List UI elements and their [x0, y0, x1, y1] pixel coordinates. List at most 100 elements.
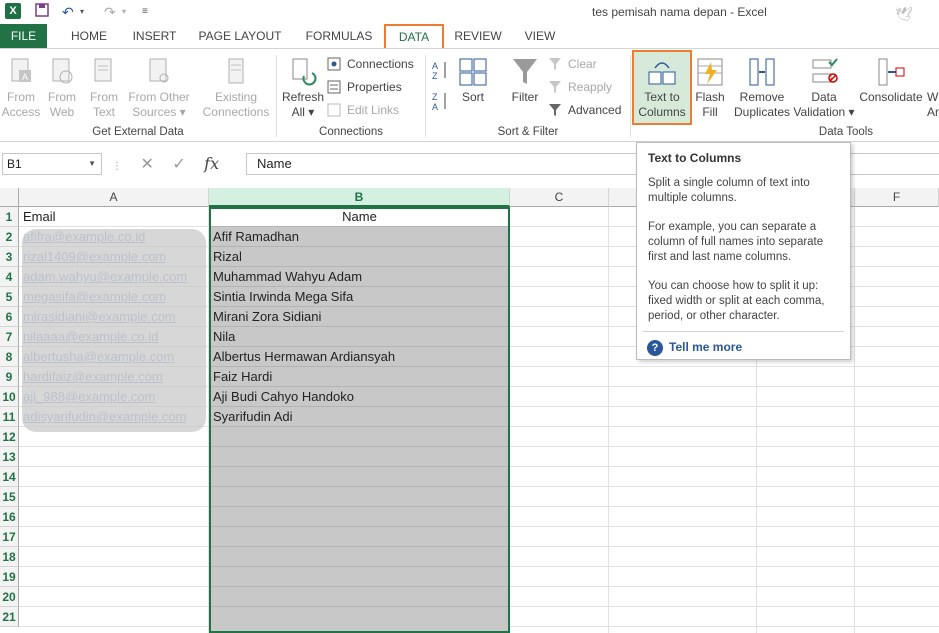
- column-header-a[interactable]: A: [19, 188, 209, 207]
- cancel-entry-icon[interactable]: ✕: [140, 156, 153, 173]
- name-box[interactable]: B1 ▼: [2, 153, 102, 175]
- connections-button[interactable]: Connections: [327, 54, 414, 74]
- tab-review[interactable]: REVIEW: [450, 24, 506, 48]
- name-cell[interactable]: Albertus Hermawan Ardiansyah: [209, 347, 507, 367]
- column-b-hline: [211, 586, 508, 587]
- filter-button[interactable]: Filter: [506, 56, 544, 105]
- row-header[interactable]: 2: [0, 227, 19, 247]
- tooltip-separator: [643, 331, 844, 332]
- column-header-b[interactable]: B: [209, 188, 510, 207]
- tooltip-paragraph-2: For example, you can separate a column o…: [648, 221, 824, 263]
- column-header-c[interactable]: C: [510, 188, 609, 207]
- name-cell[interactable]: Mirani Zora Sidiani: [209, 307, 507, 327]
- from-access-button[interactable]: A From Access: [1, 56, 41, 120]
- from-other-sources-button[interactable]: From Other Sources ▾: [126, 56, 192, 120]
- help-bird-icon[interactable]: 🕊: [895, 6, 913, 23]
- row-header[interactable]: 21: [0, 607, 19, 627]
- name-cell[interactable]: Muhammad Wahyu Adam: [209, 267, 507, 287]
- from-web-button[interactable]: From Web: [43, 56, 81, 120]
- edit-links-button[interactable]: Edit Links: [327, 100, 399, 120]
- text-to-columns-button[interactable]: Text to Columns: [634, 56, 690, 120]
- row-header[interactable]: 9: [0, 367, 19, 387]
- remove-duplicates-icon: [749, 58, 775, 86]
- properties-button[interactable]: Properties: [327, 77, 402, 97]
- text-file-icon: [94, 58, 112, 82]
- save-icon[interactable]: [34, 2, 50, 23]
- redo-icon[interactable]: ↷: [104, 2, 116, 22]
- refresh-all-button[interactable]: Refresh All ▾: [281, 56, 325, 120]
- name-cell[interactable]: Aji Budi Cahyo Handoko: [209, 387, 507, 407]
- what-if-analysis-button[interactable]: W Ar: [927, 56, 939, 120]
- flash-fill-button[interactable]: Flash Fill: [692, 56, 728, 120]
- name-cell[interactable]: Afif Ramadhan: [209, 227, 507, 247]
- svg-text:Z: Z: [432, 92, 438, 102]
- name-cell[interactable]: Syarifudin Adi: [209, 407, 507, 427]
- row-header[interactable]: 18: [0, 547, 19, 567]
- sort-a-z-button[interactable]: AZ: [432, 60, 450, 81]
- row-header[interactable]: 20: [0, 587, 19, 607]
- row-header[interactable]: 19: [0, 567, 19, 587]
- filter-funnel-icon: [513, 59, 537, 84]
- sort-z-a-button[interactable]: ZA: [432, 91, 450, 112]
- from-text-button[interactable]: From Text: [85, 56, 123, 120]
- name-cell[interactable]: Faiz Hardi: [209, 367, 507, 387]
- column-b-hline: [211, 486, 508, 487]
- undo-dropdown-icon[interactable]: ▾: [80, 2, 84, 22]
- sort-dialog-icon: [459, 58, 487, 86]
- existing-connections-button[interactable]: Existing Connections: [200, 56, 272, 120]
- row-header[interactable]: 8: [0, 347, 19, 367]
- row-header[interactable]: 11: [0, 407, 19, 427]
- row-header[interactable]: 6: [0, 307, 19, 327]
- column-header-f[interactable]: F: [855, 188, 939, 207]
- cell-b1[interactable]: Name: [211, 207, 508, 227]
- svg-text:A: A: [432, 102, 438, 111]
- tab-file[interactable]: FILE: [0, 24, 47, 48]
- remove-duplicates-button[interactable]: Remove Duplicates: [731, 56, 793, 120]
- formula-bar-more-icon[interactable]: ⋮: [112, 161, 122, 172]
- connections-icon: [327, 57, 341, 71]
- row-header[interactable]: 13: [0, 447, 19, 467]
- undo-icon[interactable]: ↶: [62, 2, 74, 22]
- tab-data[interactable]: DATA: [384, 24, 444, 50]
- row-header[interactable]: 4: [0, 267, 19, 287]
- row-header[interactable]: 14: [0, 467, 19, 487]
- sort-button[interactable]: Sort: [456, 56, 490, 105]
- row-header[interactable]: 12: [0, 427, 19, 447]
- column-b-hline: [211, 546, 508, 547]
- svg-text:A: A: [432, 61, 438, 71]
- row-header[interactable]: 10: [0, 387, 19, 407]
- tab-formulas[interactable]: FORMULAS: [300, 24, 378, 48]
- reapply-icon: [549, 81, 561, 93]
- name-cell[interactable]: Nila: [209, 327, 507, 347]
- name-cell[interactable]: Sintia Irwinda Mega Sifa: [209, 287, 507, 307]
- row-header[interactable]: 1: [0, 207, 19, 227]
- redo-dropdown-icon[interactable]: ▾: [122, 2, 126, 22]
- advanced-filter-button[interactable]: Advanced: [548, 100, 621, 120]
- row-header[interactable]: 16: [0, 507, 19, 527]
- consolidate-button[interactable]: Consolidate: [857, 56, 925, 105]
- tell-me-more-link[interactable]: ? Tell me more: [647, 338, 742, 356]
- name-cell[interactable]: Rizal: [209, 247, 507, 267]
- tab-page-layout[interactable]: PAGE LAYOUT: [194, 24, 286, 48]
- row-header[interactable]: 15: [0, 487, 19, 507]
- cell-a1[interactable]: Email: [19, 207, 209, 227]
- formula-bar-buttons: ⋮ ✕ ✓ fx: [112, 153, 219, 175]
- customize-qat-icon[interactable]: ≡: [142, 2, 148, 22]
- confirm-entry-icon[interactable]: ✓: [172, 156, 185, 173]
- name-box-dropdown-icon[interactable]: ▼: [88, 154, 96, 174]
- data-validation-button[interactable]: Data Validation ▾: [793, 56, 855, 120]
- row-header[interactable]: 7: [0, 327, 19, 347]
- row-header[interactable]: 3: [0, 247, 19, 267]
- clear-filter-button[interactable]: Clear: [548, 54, 597, 74]
- column-b-hline: [211, 566, 508, 567]
- row-header[interactable]: 5: [0, 287, 19, 307]
- tab-home[interactable]: HOME: [63, 24, 115, 48]
- insert-function-icon[interactable]: fx: [204, 154, 219, 173]
- select-all-corner[interactable]: [0, 188, 19, 207]
- tab-view[interactable]: VIEW: [518, 24, 562, 48]
- reapply-button[interactable]: Reapply: [548, 77, 612, 97]
- tooltip-title: Text to Columns: [648, 151, 742, 165]
- row-header[interactable]: 17: [0, 527, 19, 547]
- ribbon-separator: [276, 55, 277, 137]
- tab-insert[interactable]: INSERT: [127, 24, 182, 48]
